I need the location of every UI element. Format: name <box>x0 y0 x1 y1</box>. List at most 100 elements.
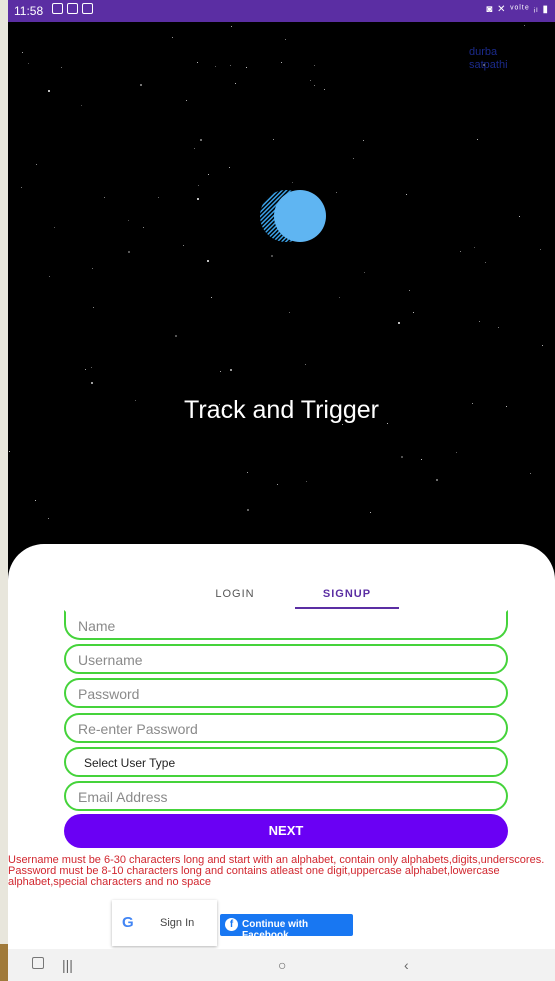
tab-signup[interactable]: SIGNUP <box>295 588 399 600</box>
star <box>183 245 184 246</box>
starfield-background: durba satpathi Track and Trigger <box>8 22 555 582</box>
validation-hints: Username must be 6-30 characters long an… <box>8 855 555 888</box>
star <box>215 66 216 67</box>
background-edge <box>0 944 8 981</box>
star <box>474 247 475 248</box>
star <box>207 260 209 262</box>
star <box>49 276 50 277</box>
star <box>104 197 105 198</box>
active-tab-indicator <box>295 607 399 609</box>
star <box>54 227 55 228</box>
star <box>271 255 273 257</box>
user-type-select[interactable]: Select User Type <box>64 747 508 777</box>
facebook-icon: f <box>225 918 238 931</box>
star <box>485 262 486 263</box>
star <box>387 423 388 424</box>
star <box>314 65 315 66</box>
app-title: Track and Trigger <box>184 396 379 424</box>
star <box>224 409 225 410</box>
star <box>401 456 403 458</box>
name-field[interactable] <box>64 610 508 640</box>
google-sign-in-button[interactable]: G Sign In <box>112 900 217 946</box>
name-input[interactable] <box>78 617 478 635</box>
user-name-label: durba satpathi <box>469 46 508 71</box>
star <box>281 62 282 63</box>
star <box>540 249 541 250</box>
star <box>35 500 36 501</box>
star <box>519 216 520 217</box>
recent-apps-icon[interactable]: ||| <box>62 957 73 973</box>
star <box>36 164 37 165</box>
star <box>314 85 315 86</box>
star <box>479 321 480 322</box>
next-button[interactable]: NEXT <box>64 814 508 848</box>
email-field[interactable] <box>64 781 508 811</box>
star <box>230 369 232 371</box>
password-field[interactable] <box>64 678 508 708</box>
star <box>85 369 86 370</box>
star <box>230 65 231 66</box>
star <box>175 335 177 337</box>
reenter-password-input[interactable] <box>78 720 478 738</box>
star <box>158 197 159 198</box>
star <box>273 139 274 140</box>
tab-login[interactable]: LOGIN <box>183 588 287 600</box>
star <box>292 182 293 183</box>
star <box>339 297 340 298</box>
star <box>456 452 457 453</box>
star <box>364 272 365 273</box>
star <box>363 140 364 141</box>
star <box>186 100 187 101</box>
star <box>370 512 371 513</box>
star <box>235 83 236 84</box>
password-input[interactable] <box>78 685 478 703</box>
system-status-icons: ◙ ✕ ᵛᵒˡᵗᵉ ᵢₗ ▮ <box>486 4 549 15</box>
star <box>413 312 414 313</box>
star <box>194 148 195 149</box>
username-input[interactable] <box>78 651 478 669</box>
star <box>140 84 142 86</box>
password-hint: Password must be 8-10 characters long an… <box>8 865 500 888</box>
user-type-selected-label: Select User Type <box>84 756 176 770</box>
star <box>143 227 144 228</box>
star <box>197 198 199 200</box>
star <box>436 479 438 481</box>
back-icon[interactable]: ‹ <box>404 957 409 973</box>
status-time: 11:58 <box>14 4 44 18</box>
star <box>406 194 407 195</box>
screenshot-icon[interactable] <box>32 957 44 969</box>
star <box>200 139 202 141</box>
gallery-notification-icon <box>52 3 63 14</box>
star <box>229 167 230 168</box>
username-field[interactable] <box>64 644 508 674</box>
device-screen: 11:58 ◙ ✕ ᵛᵒˡᵗᵉ ᵢₗ ▮ durba satpathi Trac… <box>8 0 555 981</box>
star <box>61 67 62 68</box>
star <box>246 67 247 68</box>
star <box>198 185 199 186</box>
app-logo-icon <box>260 190 326 242</box>
reenter-password-field[interactable] <box>64 713 508 743</box>
star <box>9 451 10 452</box>
star <box>460 251 461 252</box>
google-icon: G <box>122 914 134 931</box>
star <box>285 39 286 40</box>
star <box>48 518 49 519</box>
star <box>524 25 525 26</box>
star <box>208 174 209 175</box>
home-icon[interactable]: ○ <box>278 957 286 973</box>
status-bar: 11:58 ◙ ✕ ᵛᵒˡᵗᵉ ᵢₗ ▮ <box>8 0 555 22</box>
star <box>211 297 212 298</box>
facebook-login-button[interactable]: f Continue with Facebook <box>220 914 353 941</box>
star <box>197 62 198 63</box>
star <box>128 220 129 221</box>
star <box>477 139 478 140</box>
star <box>353 158 354 159</box>
star <box>409 290 410 291</box>
system-nav-bar: ||| ○ ‹ <box>8 949 555 981</box>
email-input[interactable] <box>78 788 478 806</box>
star <box>542 345 543 346</box>
star <box>324 89 325 90</box>
star <box>310 80 311 81</box>
star <box>483 64 485 66</box>
star <box>498 327 499 328</box>
